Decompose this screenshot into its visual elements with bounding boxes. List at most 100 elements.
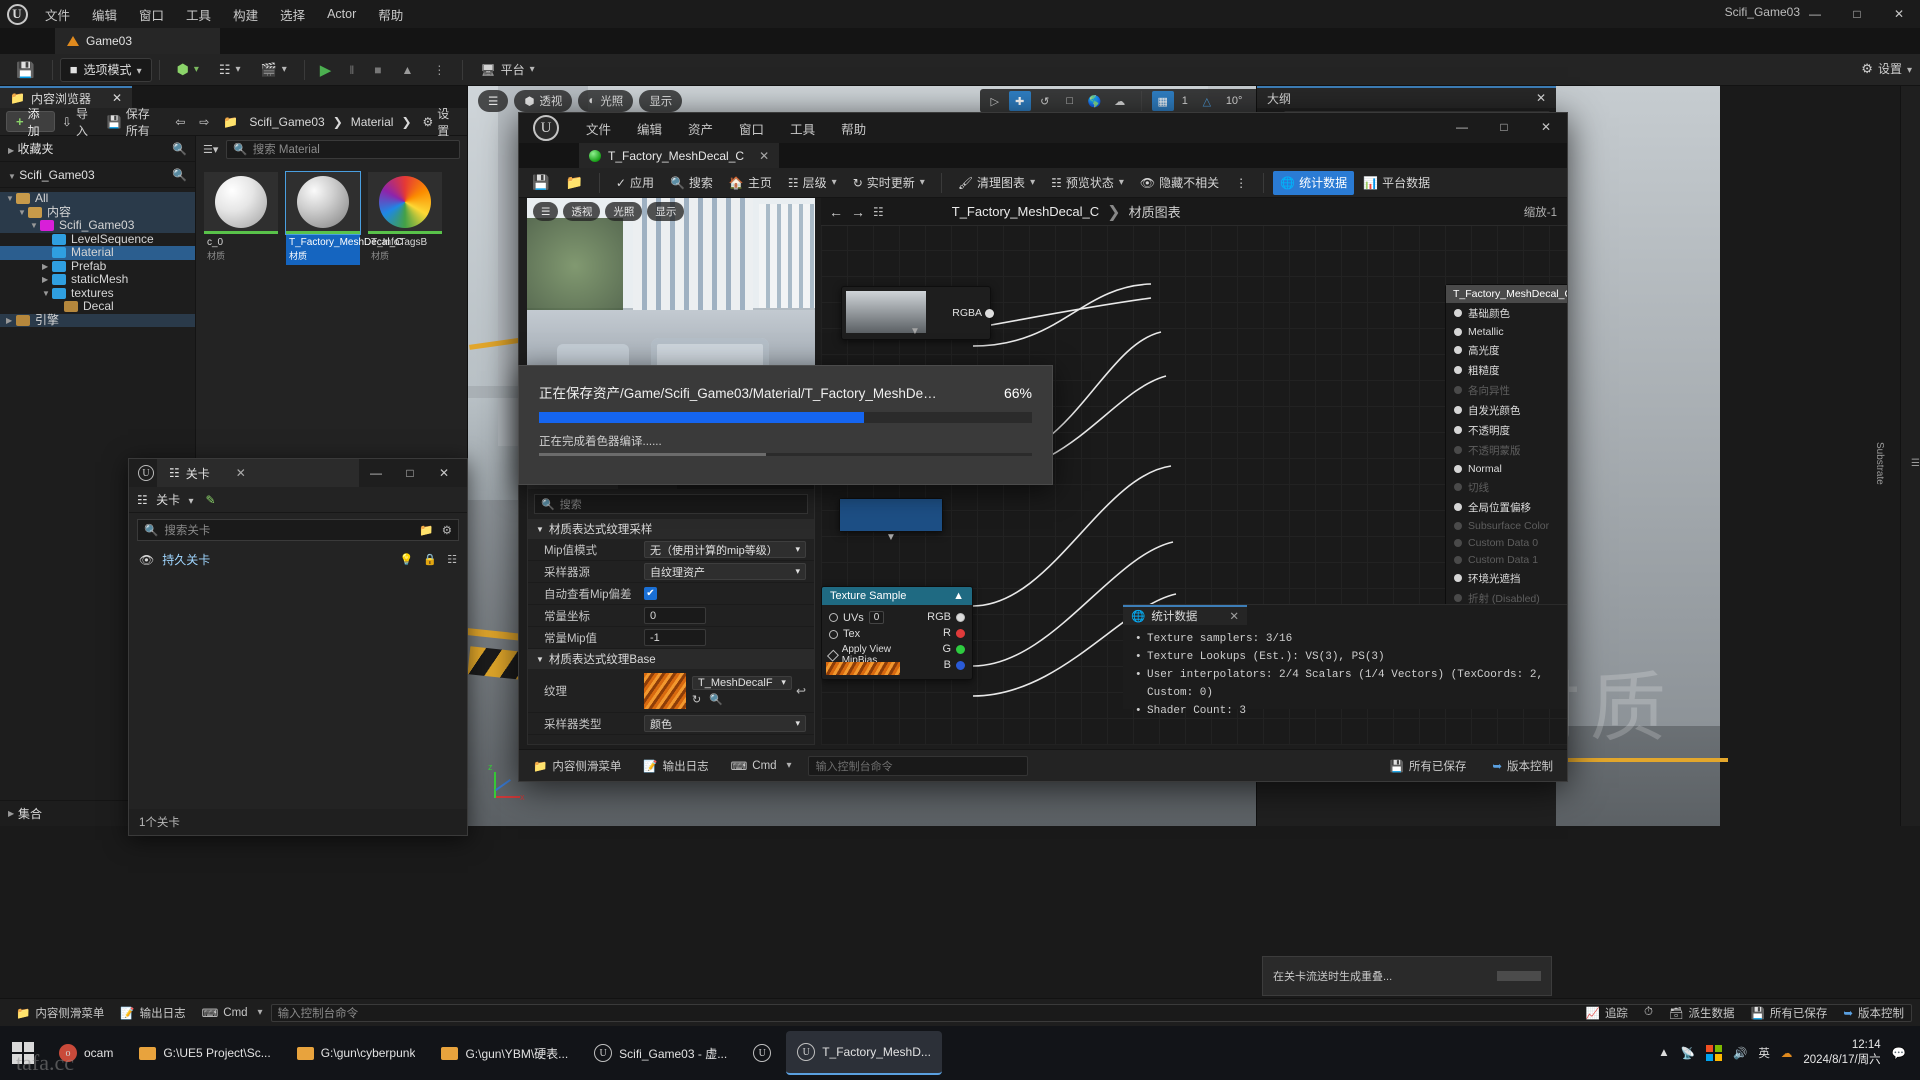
- texture-asset-picker[interactable]: T_MeshDecalF ▾: [692, 675, 792, 690]
- nav-back-icon[interactable]: ⇦: [168, 115, 192, 129]
- menu-actor[interactable]: Actor: [316, 0, 367, 28]
- tree-item-引擎[interactable]: ▶ 引擎: [0, 313, 195, 328]
- mat-maximize-button[interactable]: □: [1483, 113, 1525, 141]
- graph-back-icon[interactable]: ←: [829, 204, 843, 220]
- lock-icon[interactable]: 🔒: [423, 553, 437, 566]
- menu-help[interactable]: 帮助: [367, 0, 414, 28]
- node-pin-tex-2[interactable]: Tex: [822, 626, 920, 642]
- platforms-button[interactable]: 🖥 平台: [472, 57, 542, 83]
- revision-control-button[interactable]: ➥ 版本控制: [1486, 758, 1559, 774]
- filters-icon[interactable]: ☰▾: [203, 143, 218, 156]
- unreal-logo-icon[interactable]: U: [0, 0, 34, 28]
- tray-language[interactable]: 英: [1758, 1045, 1770, 1061]
- asset-search-input[interactable]: 🔍 搜索 Material: [226, 139, 460, 159]
- result-pin-Subsurface Color[interactable]: Subsurface Color: [1446, 517, 1567, 534]
- taskbar-item[interactable]: U: [742, 1031, 782, 1075]
- status-trace[interactable]: 📈 追踪: [1578, 1005, 1636, 1021]
- preview-lighting-button[interactable]: 光照: [605, 202, 643, 221]
- tree-expander-icon[interactable]: ▶: [42, 273, 52, 287]
- node-collapse-icon-2[interactable]: ▲: [953, 590, 964, 602]
- taskbar-item[interactable]: U Scifi_Game03 - 虚...: [583, 1031, 738, 1075]
- mat-menu-edit[interactable]: 编辑: [624, 119, 675, 138]
- tree-expander-icon[interactable]: ▼: [18, 206, 28, 220]
- cinematics-icon[interactable]: 🎬: [253, 57, 295, 83]
- menu-edit[interactable]: 编辑: [81, 0, 128, 28]
- tree-item-Scifi_Game03[interactable]: ▼ Scifi_Game03: [0, 218, 195, 233]
- pencil-icon[interactable]: ✎: [206, 493, 216, 507]
- tree-item-All[interactable]: ▼ All: [0, 191, 195, 206]
- expander-icon-2[interactable]: ▼: [8, 172, 16, 181]
- graph-nav-icon[interactable]: ☷: [873, 205, 884, 219]
- select-mode-dropdown[interactable]: ■ 选项模式: [59, 57, 152, 82]
- node-pin-uvs-2[interactable]: UVs 0: [822, 609, 920, 626]
- viewport-lighting-button[interactable]: ◐ 光照: [578, 90, 634, 112]
- mat-menu-window[interactable]: 窗口: [726, 119, 777, 138]
- platform-stats-button[interactable]: 📊 平台数据: [1356, 171, 1437, 195]
- taskbar-item[interactable]: G:\gun\YBM\硬表...: [430, 1031, 579, 1075]
- stop-button[interactable]: ■: [366, 57, 389, 83]
- details-group-header[interactable]: ▼ 材质表达式纹理Base: [528, 649, 814, 669]
- angle-snap-icon[interactable]: △: [1196, 91, 1218, 111]
- rail-icon-1[interactable]: ☰: [1911, 458, 1920, 469]
- result-pin-自发光颜色[interactable]: 自发光颜色: [1446, 400, 1567, 420]
- node-collapse-icon[interactable]: ▼: [910, 326, 920, 337]
- stats-button[interactable]: 🌐 统计数据: [1273, 170, 1355, 195]
- taskbar-clock[interactable]: 12:14 2024/8/17/周六: [1803, 1038, 1880, 1068]
- property-checkbox[interactable]: ✔: [644, 587, 657, 600]
- graph-node-small-collapse-icon[interactable]: ▼: [886, 532, 896, 543]
- viewport-menu-icon[interactable]: ☰: [478, 90, 509, 112]
- result-pin-Normal[interactable]: Normal: [1446, 460, 1567, 477]
- tab-material-asset[interactable]: T_Factory_MeshDecal_C ✕: [579, 143, 780, 168]
- tree-item-内容[interactable]: ▼ 内容: [0, 205, 195, 220]
- angle-snap-value[interactable]: 10°: [1221, 95, 1248, 107]
- move-tool-icon[interactable]: ✚: [1008, 91, 1031, 111]
- graph-forward-icon[interactable]: →: [851, 204, 865, 220]
- cmd-selector[interactable]: ⌨ Cmd: [725, 759, 798, 773]
- graph-node-small[interactable]: ▼: [839, 498, 943, 543]
- add-actor-icon[interactable]: ⬢: [169, 57, 207, 83]
- tray-network-icon[interactable]: 📡: [1681, 1046, 1695, 1060]
- level-close-button[interactable]: ✕: [427, 459, 461, 487]
- tree-item-staticMesh[interactable]: ▶ staticMesh: [0, 272, 195, 287]
- material-tab-close-icon[interactable]: ✕: [759, 149, 769, 163]
- world-space-icon[interactable]: 🌎: [1084, 91, 1106, 111]
- graph-node-texture-sample-2[interactable]: Texture Sample ▲ UVs 0 Tex Apply View Mi…: [821, 586, 973, 680]
- breadcrumb-material[interactable]: Material: [347, 115, 398, 129]
- node-pin-b-2[interactable]: B: [920, 657, 972, 673]
- level-tab-close-icon[interactable]: ✕: [236, 466, 246, 480]
- toolbar-overflow-icon[interactable]: ⋮: [1228, 171, 1254, 195]
- details-group-header[interactable]: ▼ 材质表达式纹理采样: [528, 519, 814, 539]
- reset-asset-icon[interactable]: ↻: [692, 693, 701, 706]
- menu-file[interactable]: 文件: [34, 0, 81, 28]
- status-cmd-selector[interactable]: ⌨ Cmd: [194, 1006, 271, 1020]
- result-pin-各向异性[interactable]: 各向异性: [1446, 380, 1567, 400]
- result-pin-Metallic[interactable]: Metallic: [1446, 323, 1567, 340]
- property-number-input[interactable]: 0: [644, 607, 706, 624]
- property-dropdown[interactable]: 自纹理资产 ▾: [644, 563, 806, 580]
- tree-item-Decal[interactable]: Decal: [0, 299, 195, 314]
- mat-menu-help[interactable]: 帮助: [828, 119, 879, 138]
- project-section[interactable]: ▼ Scifi_Game03 🔍: [0, 162, 195, 188]
- maximize-button[interactable]: □: [1836, 0, 1878, 28]
- result-pin-不透明度[interactable]: 不透明度: [1446, 420, 1567, 440]
- mat-save-icon[interactable]: 💾: [525, 171, 556, 195]
- texture-thumbnail[interactable]: [644, 672, 686, 709]
- status-revision-control[interactable]: ➥ 版本控制: [1835, 1005, 1912, 1021]
- project-search-icon[interactable]: 🔍: [172, 168, 187, 182]
- asset-tile[interactable]: T_Factory_MeshDecal_C 材质: [285, 171, 402, 265]
- status-output-log[interactable]: 📝 输出日志: [112, 1005, 193, 1021]
- mat-close-button[interactable]: ✕: [1525, 113, 1567, 141]
- search-button[interactable]: 🔍 搜索: [663, 171, 720, 195]
- import-button[interactable]: ⇩ 导入: [55, 105, 100, 139]
- result-pin-不透明蒙版[interactable]: 不透明蒙版: [1446, 440, 1567, 460]
- stats-close-icon[interactable]: ✕: [1229, 609, 1239, 623]
- tree-expander-icon[interactable]: ▶: [6, 314, 16, 328]
- menu-select[interactable]: 选择: [269, 0, 316, 28]
- result-pin-Custom Data 0[interactable]: Custom Data 0: [1446, 534, 1567, 551]
- level-row[interactable]: 👁 持久关卡 💡 🔒 ☷: [129, 547, 467, 572]
- blueprints-icon[interactable]: ☷: [211, 57, 249, 83]
- cb-settings-button[interactable]: ⚙ 设置: [416, 105, 462, 139]
- graph-node-texture-top[interactable]: RGBA ▼: [841, 286, 994, 340]
- eye-icon[interactable]: 👁: [139, 553, 154, 567]
- node-rgba-pin[interactable]: [985, 309, 994, 318]
